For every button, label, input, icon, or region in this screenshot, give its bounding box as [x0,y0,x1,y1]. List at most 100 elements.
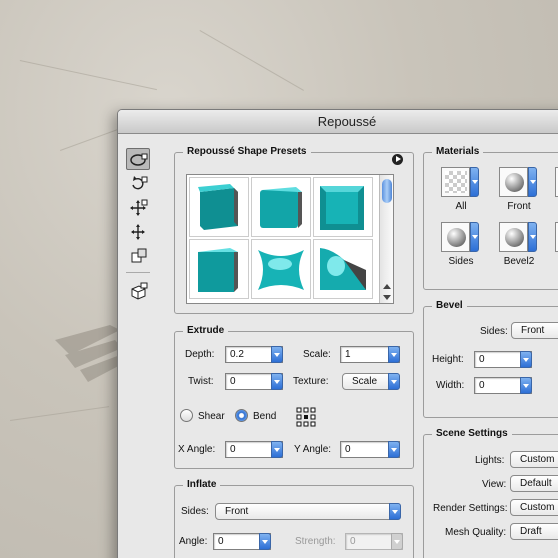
texture-label: Texture: [293,376,329,387]
tool-column [126,148,156,303]
preset-framed-cube[interactable] [313,177,373,237]
texture-dropdown-icon [388,373,400,390]
preset-cube[interactable] [189,177,249,237]
inflate-title: Inflate [183,479,221,490]
material-sphere-icon [505,228,524,247]
inflate-angle-dropdown-icon[interactable] [259,533,271,550]
strength-field: 0 [345,533,403,550]
preset-inflate-cushion-thumb [258,250,304,290]
bend-radio[interactable] [235,409,248,422]
reference-point-icon[interactable] [296,407,316,427]
material-sides-dropdown-icon[interactable] [470,222,479,252]
shear-label: Shear [198,411,225,422]
inflate-sides-select[interactable]: Front [215,503,401,520]
object-roll-icon [132,176,148,190]
preset-inflate-cushion[interactable] [251,239,311,299]
material-sides-swatch[interactable] [441,222,479,254]
object-pan-icon [130,199,148,216]
render-settings-select[interactable]: Custom [510,499,558,516]
material-bevel2-swatch[interactable] [499,222,537,254]
preset-bevel-cube-thumb [198,248,238,292]
strength-label: Strength: [295,536,336,547]
xangle-field[interactable]: 0 [225,441,283,458]
extrude-title: Extrude [183,325,229,336]
scene-settings-title: Scene Settings [432,428,512,439]
material-front-label: Front [507,201,531,212]
scale-dropdown-icon[interactable] [388,346,400,363]
object-rotate-tool[interactable] [126,148,150,170]
preset-cube-thumb [198,184,238,230]
bevel-title: Bevel [432,300,467,311]
material-all-label: All [455,201,467,212]
bevel-sides-select[interactable]: Front [511,322,558,339]
preset-rounded-cube-thumb [260,187,302,228]
repousse-dialog: Repoussé Repoussé Shape Presets Extrude … [117,109,558,558]
bevel-width-label: Width: [436,380,465,391]
depth-field[interactable]: 0.2 [225,346,283,363]
yangle-field[interactable]: 0 [340,441,400,458]
material-bevel2-dropdown-icon[interactable] [528,222,537,252]
material-all-dropdown-icon[interactable] [470,167,479,197]
bevel-width-dropdown-icon[interactable] [520,377,532,394]
preset-scrollbar[interactable] [379,175,393,303]
yangle-dropdown-icon[interactable] [388,441,400,458]
materials-title: Materials [432,146,484,157]
shear-radio[interactable] [180,409,193,422]
bevel-height-field[interactable]: 0 [474,351,532,368]
lights-select[interactable]: Custom [510,451,558,468]
scrollbar-thumb[interactable] [382,179,392,203]
material-sphere-icon [505,173,524,192]
depth-dropdown-icon[interactable] [271,346,283,363]
object-slide-tool[interactable] [126,220,150,242]
object-pan-tool[interactable] [126,196,150,218]
scroll-up-icon[interactable] [383,284,391,289]
material-sides-label: Sides [448,256,474,267]
material-front-dropdown-icon[interactable] [528,167,537,197]
inflate-sides-dropdown-icon [389,503,401,520]
preset-rounded-cube[interactable] [251,177,311,237]
scale-field[interactable]: 1 [340,346,400,363]
material-bevel2-label: Bevel2 [503,256,535,267]
strength-dropdown-icon [391,533,403,550]
xangle-dropdown-icon[interactable] [271,441,283,458]
render-settings-label: Render Settings: [433,503,508,514]
view-label: View: [482,479,507,490]
bevel-width-field[interactable]: 0 [474,377,532,394]
preset-cone-cushion[interactable] [313,239,373,299]
camera-view-tool[interactable] [126,279,150,301]
inflate-angle-field[interactable]: 0 [213,533,271,550]
presets-title: Repoussé Shape Presets [183,146,311,157]
twist-dropdown-icon[interactable] [271,373,283,390]
preset-bevel-cube[interactable] [189,239,249,299]
bevel-height-dropdown-icon[interactable] [520,351,532,368]
transparency-checker [445,171,467,193]
mesh-quality-label: Mesh Quality: [445,527,507,538]
material-all-swatch[interactable] [441,167,479,199]
inflate-sides-label: Sides: [181,506,209,517]
preset-framed-cube-thumb [320,186,364,230]
scale-label: Scale: [303,349,331,360]
preset-cone-cushion-thumb [320,248,366,290]
object-slide-icon [131,224,145,240]
depth-label: Depth: [185,349,215,360]
lights-label: Lights: [475,455,505,466]
object-rotate-icon [130,153,148,166]
bevel-sides-label: Sides: [480,326,508,337]
scroll-down-icon[interactable] [383,295,391,300]
object-scale-tool[interactable] [126,244,150,266]
material-sphere-icon [447,228,466,247]
mesh-quality-select[interactable]: Draft [510,523,558,540]
twist-label: Twist: [188,376,214,387]
twist-field[interactable]: 0 [225,373,283,390]
bevel-height-label: Height: [432,354,464,365]
view-select[interactable]: Default [510,475,558,492]
xangle-label: X Angle: [178,444,216,455]
preset-list [186,174,394,304]
presets-menu-button[interactable] [392,154,403,165]
bend-label: Bend [253,411,277,422]
inflate-angle-label: Angle: [179,536,208,547]
material-front-swatch[interactable] [499,167,537,199]
texture-select[interactable]: Scale [342,373,400,390]
object-roll-tool[interactable] [126,172,150,194]
tool-separator [126,272,150,273]
